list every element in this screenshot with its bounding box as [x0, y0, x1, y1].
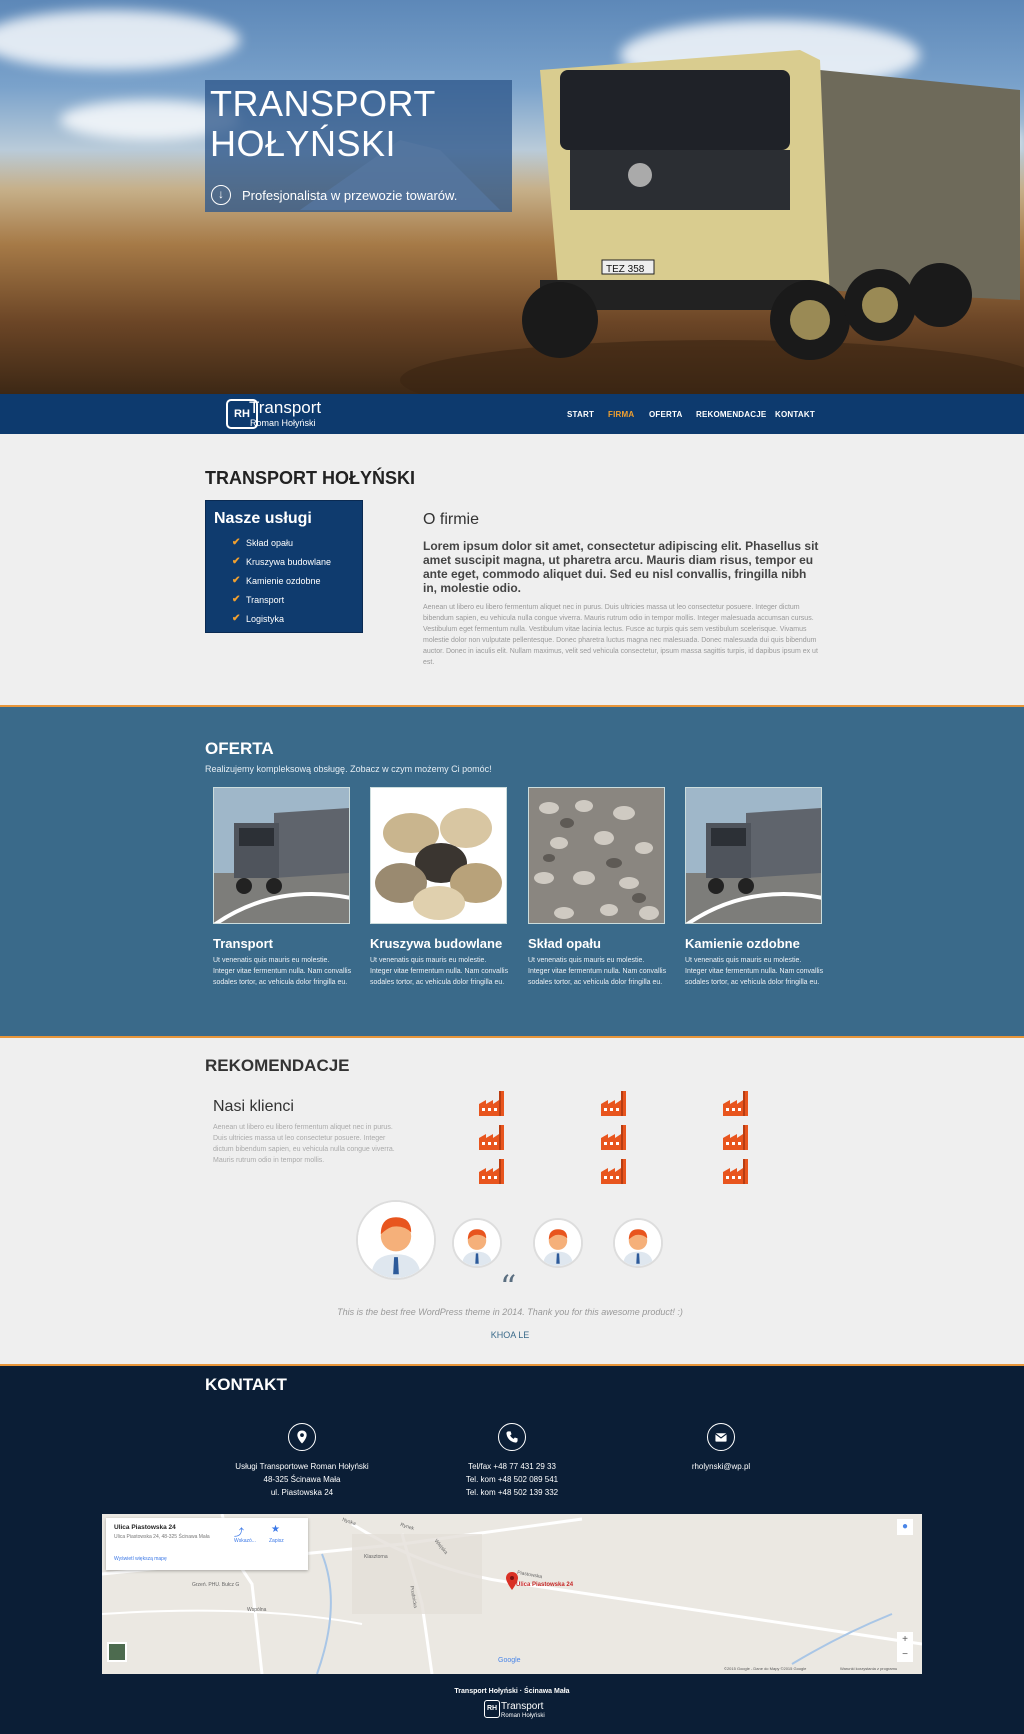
arrow-down-circle-icon[interactable]: ↓ [211, 185, 231, 205]
service-item: Kruszywa budowlane [246, 557, 332, 567]
section-heading-kontakt: KONTAKT [205, 1375, 287, 1394]
nav-item-oferta[interactable]: OFERTA [649, 410, 683, 419]
testimonial-author: KHOA LE [490, 1330, 530, 1340]
clients-heading: Nasi klienci [213, 1098, 294, 1115]
check-icon: ✔ [232, 537, 241, 548]
factory-icon [601, 1159, 626, 1184]
section-heading-oferta: OFERTA [205, 739, 274, 758]
address-line: 48-325 Ścinawa Mała [263, 1475, 341, 1484]
address-line: Usługi Transportowe Roman Hołyński [235, 1462, 369, 1471]
contact-phones: Tel/fax +48 77 431 29 33 Tel. kom +48 50… [412, 1460, 612, 1499]
about-body: Aenean ut libero eu libero fermentum ali… [423, 604, 818, 666]
factory-icon [479, 1125, 504, 1150]
map-street-label: Klasztorna [364, 1554, 388, 1560]
quote-icon: “ [500, 1268, 517, 1306]
service-item: Logistyka [246, 614, 285, 624]
check-icon: ✔ [232, 594, 241, 605]
client-avatar[interactable] [613, 1218, 663, 1268]
address-line: ul. Piastowska 24 [270, 1488, 334, 1497]
map-pin-icon [288, 1423, 316, 1451]
offer-image-truck[interactable] [213, 787, 350, 924]
offer-title[interactable]: Kamienie ozdobne [685, 936, 800, 951]
nav-item-rekomendacje[interactable]: REKOMENDACJE [696, 410, 766, 419]
map-street-label: Wspólna [247, 1607, 267, 1613]
contact-email: rholynski@wp.pl [621, 1460, 821, 1473]
nav-item-start[interactable]: START [567, 410, 594, 419]
factory-icon [479, 1159, 504, 1184]
factory-icon [601, 1125, 626, 1150]
envelope-icon [707, 1423, 735, 1451]
factory-icon [723, 1125, 748, 1150]
map-street-label: Grzeń. PHU. Bułcz G [192, 1582, 240, 1588]
offer-image-aggregates[interactable] [370, 787, 507, 924]
testimonial-quote: This is the best free WordPress theme in… [337, 1307, 683, 1317]
zoom-control[interactable]: + − [897, 1632, 913, 1662]
contact-address: Usługi Transportowe Roman Hołyński 48-32… [202, 1460, 402, 1499]
save-button[interactable]: Zapisz [269, 1538, 284, 1544]
services-heading: Nasze usługi [214, 510, 312, 527]
check-icon: ✔ [232, 613, 241, 624]
logo-title[interactable]: Transport [249, 398, 321, 418]
oferta-section [0, 705, 1024, 1038]
about-lead: Lorem ipsum dolor sit amet, consectetur … [423, 539, 819, 595]
pegman-icon[interactable]: ● [897, 1519, 913, 1535]
factory-icon [601, 1091, 626, 1116]
logo-subtitle[interactable]: Roman Hołyński [250, 418, 316, 428]
nav-item-kontakt[interactable]: KONTAKT [775, 410, 815, 419]
service-item: Transport [246, 595, 285, 605]
offer-title[interactable]: Skład opału [528, 936, 601, 951]
offer-text: Ut venenatis quis mauris eu molestie. In… [213, 957, 352, 986]
map-info-card: Ulica Piastowska 24 Ulica Piastowska 24,… [106, 1518, 308, 1570]
client-avatar[interactable] [533, 1218, 583, 1268]
client-avatar[interactable] [452, 1218, 502, 1268]
offer-title[interactable]: Kruszywa budowlane [370, 936, 502, 951]
client-avatar-active[interactable] [356, 1200, 436, 1280]
factory-icon [479, 1091, 504, 1116]
section-heading-rekomendacje: REKOMENDACJE [205, 1056, 350, 1075]
factory-icon [723, 1091, 748, 1116]
hero-subtitle: Profesjonalista w przewozie towarów. [242, 188, 458, 203]
footer-logo-subtitle[interactable]: Roman Hołyński [501, 1713, 545, 1719]
google-logo: Google [498, 1657, 521, 1664]
main-navbar [0, 394, 1024, 434]
hero-banner: TEZ 358 [0, 0, 1024, 394]
footer-logo-title[interactable]: Transport [501, 1701, 543, 1712]
hero-title: TRANSPORT HOŁYŃSKI [210, 83, 436, 164]
satellite-toggle[interactable] [107, 1642, 127, 1662]
service-item: Skład opału [246, 538, 294, 548]
clients-text: Aenean ut libero eu libero fermentum ali… [213, 1124, 395, 1164]
map-card-address: Ulica Piastowska 24, 48-325 Ścinawa Mała [114, 1534, 210, 1540]
footer-text: Transport Hołyński · Ścinawa Mała [454, 1688, 570, 1695]
map-terms-link[interactable]: Warunki korzystania z programu [840, 1666, 897, 1671]
offer-text: Ut venenatis quis mauris eu molestie. In… [370, 957, 509, 986]
offer-text: Ut venenatis quis mauris eu molestie. In… [528, 957, 667, 986]
phone-line[interactable]: Tel. kom +48 502 089 541 [412, 1473, 612, 1486]
map-card-title: Ulica Piastowska 24 [114, 1524, 176, 1531]
service-item: Kamienie ozdobne [246, 576, 321, 586]
check-icon: ✔ [232, 575, 241, 586]
footer-logo-mark[interactable]: RH [484, 1700, 500, 1718]
offer-image-gravel[interactable] [528, 787, 665, 924]
section-heading-firma: TRANSPORT HOŁYŃSKI [205, 468, 416, 488]
phone-line[interactable]: Tel. kom +48 502 139 332 [412, 1486, 612, 1499]
star-icon[interactable]: ★ [271, 1524, 280, 1535]
offer-image-truck-2[interactable] [685, 787, 822, 924]
phone-icon [498, 1423, 526, 1451]
map-card-link[interactable]: Wyświetl większą mapę [114, 1556, 167, 1562]
offer-text: Ut venenatis quis mauris eu molestie. In… [685, 957, 824, 986]
nav-item-firma[interactable]: FIRMA [608, 410, 634, 419]
phone-line[interactable]: Tel/fax +48 77 431 29 33 [412, 1460, 612, 1473]
about-heading: O firmie [423, 511, 479, 528]
email-link[interactable]: rholynski@wp.pl [621, 1460, 821, 1473]
mountain [300, 140, 500, 210]
offer-title[interactable]: Transport [213, 936, 273, 951]
map-marker-label: Ulica Piastowska 24 [516, 1582, 574, 1588]
check-icon: ✔ [232, 556, 241, 567]
map-copyright: ©2015 Google - Dane do Mapy ©2015 Google [724, 1666, 807, 1671]
factory-icon [723, 1159, 748, 1184]
oferta-subtitle: Realizujemy kompleksową obsługę. Zobacz … [205, 764, 492, 774]
directions-button[interactable]: Wskazó... [234, 1538, 256, 1544]
directions-icon[interactable]: ⤴ [234, 1524, 244, 1539]
